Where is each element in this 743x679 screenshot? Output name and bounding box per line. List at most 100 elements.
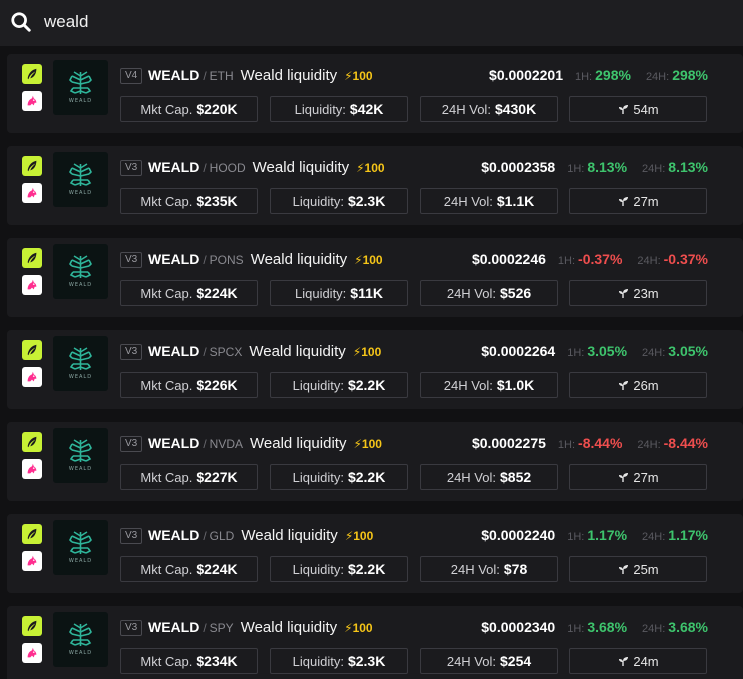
dex-badge-unicorn-icon	[22, 367, 42, 387]
h1-label: 1H:	[557, 439, 576, 451]
logo-wordmark: WEALD	[68, 98, 93, 104]
dex-badge-unicorn-icon	[22, 551, 42, 571]
token-name[interactable]: Weald liquidity	[241, 67, 337, 84]
h24-label: 24H:	[642, 163, 666, 175]
volume-value: $78	[503, 561, 528, 577]
volume-label: 24H Vol:	[441, 101, 491, 117]
token-symbol[interactable]: WEALD	[148, 527, 199, 543]
volume-value: $852	[500, 469, 532, 485]
weald-logo-icon	[69, 71, 92, 94]
logo-wordmark: WEALD	[68, 558, 93, 564]
token-logo[interactable]: WEALD	[53, 428, 108, 483]
h24-change: -8.44%	[663, 435, 708, 451]
token-price: $0.0002275	[471, 435, 546, 451]
result-row[interactable]: WEALD V3 WEALD / HOOD Weald liquidity ⚡1…	[7, 146, 743, 225]
market-cap-label: Mkt Cap.	[140, 193, 193, 209]
h1-change: 3.68%	[587, 619, 628, 635]
token-symbol[interactable]: WEALD	[148, 435, 199, 451]
score-badge: ⚡100	[356, 161, 385, 175]
age-box: 27m	[569, 188, 707, 214]
quote-pair: HOOD	[209, 161, 246, 175]
version-badge: V3	[120, 344, 143, 360]
logo-wordmark: WEALD	[68, 650, 93, 656]
volume-value: $1.0K	[496, 377, 535, 393]
age-box: 24m	[569, 648, 707, 674]
liquidity-value: $11K	[350, 285, 383, 301]
version-badge: V4	[120, 68, 143, 84]
market-cap-value: $235K	[196, 193, 238, 209]
volume-label: 24H Vol:	[446, 469, 496, 485]
market-cap-value: $234K	[196, 653, 238, 669]
version-badge: V3	[120, 620, 143, 636]
token-name[interactable]: Weald liquidity	[253, 159, 349, 176]
token-logo[interactable]: WEALD	[53, 152, 108, 207]
age-box: 26m	[569, 372, 707, 398]
token-logo[interactable]: WEALD	[53, 612, 108, 667]
score-badge: ⚡100	[352, 345, 382, 359]
token-symbol[interactable]: WEALD	[148, 619, 199, 635]
result-row[interactable]: WEALD V3 WEALD / NVDA Weald liquidity ⚡1…	[7, 422, 743, 501]
age-box: 54m	[569, 96, 707, 122]
liquidity-box: Liquidity: $2.2K	[270, 372, 408, 398]
token-name[interactable]: Weald liquidity	[250, 435, 346, 452]
quote-pair: PONS	[209, 253, 244, 267]
token-title: WEALD / SPCX Weald liquidity ⚡100	[148, 343, 381, 360]
search-input[interactable]	[44, 8, 724, 36]
token-name[interactable]: Weald liquidity	[241, 527, 337, 544]
h24-label: 24H:	[637, 439, 661, 451]
token-symbol[interactable]: WEALD	[148, 251, 199, 267]
h24-change: 8.13%	[668, 159, 708, 175]
token-name[interactable]: Weald liquidity	[249, 343, 345, 360]
h1-label: 1H:	[567, 623, 585, 635]
volume-label: 24H Vol:	[446, 285, 496, 301]
price-line: $0.0002275 1H: -8.44% 24H: -8.44%	[472, 435, 708, 451]
volume-box: 24H Vol: $1.0K	[420, 372, 558, 398]
token-symbol[interactable]: WEALD	[148, 67, 199, 83]
token-name[interactable]: Weald liquidity	[241, 619, 337, 636]
dex-badge-unicorn-icon	[22, 643, 42, 663]
volume-box: 24H Vol: $78	[420, 556, 558, 582]
market-cap-box: Mkt Cap. $224K	[120, 556, 258, 582]
token-logo[interactable]: WEALD	[53, 336, 108, 391]
liquidity-value: $2.2K	[347, 469, 386, 485]
h1-label: 1H:	[567, 531, 585, 543]
token-logo[interactable]: WEALD	[53, 520, 108, 575]
dex-badge-unicorn-icon	[22, 275, 42, 295]
market-cap-label: Mkt Cap.	[140, 377, 193, 393]
sprout-icon	[619, 289, 629, 298]
h24-change: 1.17%	[668, 527, 708, 543]
market-cap-value: $224K	[196, 561, 238, 577]
age-value: 27m	[633, 193, 659, 209]
price-line: $0.0002340 1H: 3.68% 24H: 3.68%	[481, 619, 708, 635]
h1-label: 1H:	[567, 347, 585, 359]
age-box: 23m	[569, 280, 707, 306]
token-title: WEALD / GLD Weald liquidity ⚡100	[148, 527, 373, 544]
weald-logo-icon	[69, 255, 92, 278]
h1-change: 298%	[595, 67, 631, 83]
result-row[interactable]: WEALD V3 WEALD / GLD Weald liquidity ⚡10…	[7, 514, 743, 593]
token-symbol[interactable]: WEALD	[148, 159, 199, 175]
price-line: $0.0002201 1H: 298% 24H: 298%	[489, 67, 708, 83]
age-value: 27m	[633, 469, 659, 485]
logo-wordmark: WEALD	[68, 374, 93, 380]
price-line: $0.0002358 1H: 8.13% 24H: 8.13%	[481, 159, 708, 175]
token-name[interactable]: Weald liquidity	[251, 251, 347, 268]
age-box: 25m	[569, 556, 707, 582]
token-price: $0.0002201	[489, 67, 563, 83]
token-logo[interactable]: WEALD	[53, 60, 108, 115]
result-row[interactable]: WEALD V3 WEALD / SPY Weald liquidity ⚡10…	[7, 606, 743, 679]
token-logo[interactable]: WEALD	[53, 244, 108, 299]
pair-separator: /	[203, 437, 207, 451]
result-row[interactable]: WEALD V3 WEALD / SPCX Weald liquidity ⚡1…	[7, 330, 743, 409]
result-row[interactable]: WEALD V4 WEALD / ETH Weald liquidity ⚡10…	[7, 54, 743, 133]
token-symbol[interactable]: WEALD	[148, 343, 199, 359]
token-title: WEALD / NVDA Weald liquidity ⚡100	[148, 435, 382, 452]
h1-change: -0.37%	[578, 251, 623, 267]
search-icon[interactable]	[10, 11, 32, 33]
h1-change: -8.44%	[578, 435, 623, 451]
result-row[interactable]: WEALD V3 WEALD / PONS Weald liquidity ⚡1…	[7, 238, 743, 317]
market-cap-value: $220K	[196, 101, 238, 117]
h24-change: 3.68%	[668, 619, 708, 635]
volume-box: 24H Vol: $526	[420, 280, 558, 306]
liquidity-value: $2.2K	[347, 561, 386, 577]
